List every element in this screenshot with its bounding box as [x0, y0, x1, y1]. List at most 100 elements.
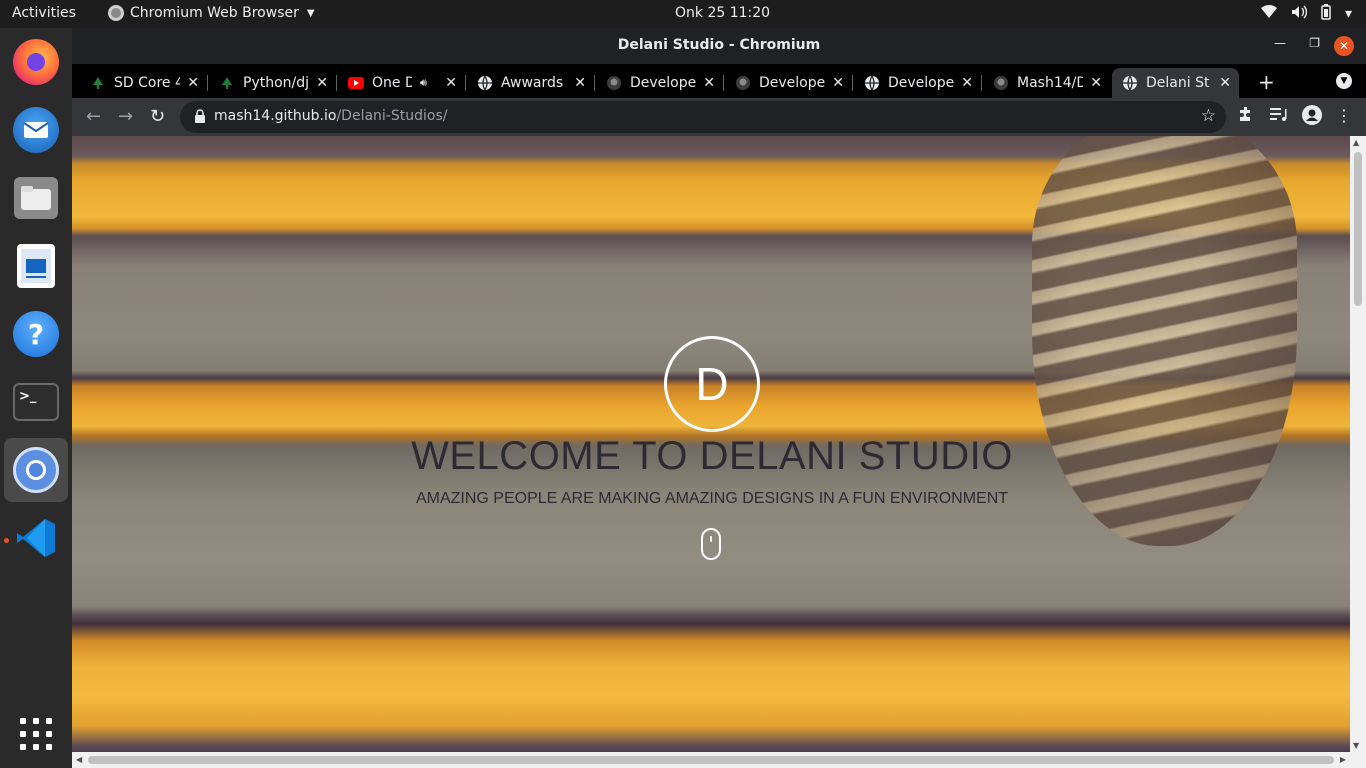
app-menu[interactable]: Chromium Web Browser ▼ — [108, 5, 315, 21]
tab-label: Develope — [759, 75, 825, 91]
chromium-icon — [13, 447, 59, 493]
help-icon: ? — [13, 311, 59, 357]
tab[interactable]: Python/dj ✕ — [209, 68, 337, 98]
profile-avatar-icon[interactable] — [1302, 105, 1322, 129]
tab-label: SD Core 4 — [114, 75, 180, 91]
vertical-scrollbar[interactable]: ▲ ▼ — [1350, 136, 1366, 752]
minimize-icon[interactable]: — — [1274, 36, 1286, 50]
url-text[interactable]: mash14.github.io/Delani-Studios/ — [214, 108, 447, 124]
extensions-icon[interactable] — [1238, 106, 1254, 126]
reload-button[interactable]: ↻ — [150, 106, 165, 127]
scroll-mouse-icon[interactable] — [701, 528, 721, 560]
kebab-menu-icon[interactable]: ⋮ — [1336, 106, 1352, 125]
wifi-icon[interactable] — [1260, 5, 1277, 23]
close-tab-icon[interactable]: ✕ — [316, 75, 328, 91]
app-menu-label: Chromium Web Browser — [130, 5, 299, 21]
dock-terminal[interactable]: >_ — [4, 370, 68, 434]
files-icon — [14, 177, 58, 219]
window-titlebar[interactable]: Delani Studio - Chromium — ❐ ✕ — [72, 28, 1366, 64]
close-tab-icon[interactable]: ✕ — [703, 75, 715, 91]
lock-icon[interactable] — [194, 109, 206, 123]
tab-separator — [336, 75, 337, 91]
thunderbird-icon — [13, 107, 59, 153]
tab-label: Awwards — [501, 75, 564, 91]
forward-button[interactable]: → — [118, 106, 133, 127]
audio-playing-icon[interactable]: 🔊︎ — [420, 76, 427, 90]
tab[interactable]: Awwards ✕ — [467, 68, 595, 98]
browser-toolbar: ← → ↻ mash14.github.io/Delani-Studios/ ☆… — [72, 98, 1366, 136]
tab-separator — [594, 75, 595, 91]
vscode-icon — [13, 515, 59, 561]
address-bar[interactable]: mash14.github.io/Delani-Studios/ ☆ — [180, 101, 1226, 133]
close-tab-icon[interactable]: ✕ — [574, 75, 586, 91]
system-tray[interactable]: ▾ — [1260, 4, 1352, 24]
close-tab-icon[interactable]: ✕ — [1090, 75, 1102, 91]
dock-firefox[interactable] — [4, 30, 68, 94]
tab[interactable]: SD Core 4 ✕ — [80, 68, 208, 98]
tab-separator — [723, 75, 724, 91]
back-button[interactable]: ← — [86, 106, 101, 127]
activities-button[interactable]: Activities — [12, 5, 76, 21]
tab-label: Python/dj — [243, 75, 309, 91]
dock-writer[interactable] — [4, 234, 68, 298]
tab-separator — [465, 75, 466, 91]
dock-files[interactable] — [4, 166, 68, 230]
youtube-icon — [348, 75, 364, 91]
tab-active[interactable]: Delani St ✕ — [1112, 68, 1239, 98]
hero-title: WELCOME TO DELANI STUDIO — [411, 434, 1013, 478]
globe-icon — [477, 75, 493, 91]
scroll-down-icon[interactable]: ▼ — [1353, 741, 1359, 750]
tab[interactable]: Develope ✕ — [725, 68, 853, 98]
github-icon — [606, 75, 622, 91]
close-tab-icon[interactable]: ✕ — [961, 75, 973, 91]
new-tab-button[interactable]: + — [1258, 70, 1275, 94]
tab[interactable]: One D 🔊︎ ✕ — [338, 68, 466, 98]
firefox-icon — [13, 39, 59, 85]
tab-label: One D — [372, 75, 412, 91]
close-tab-icon[interactable]: ✕ — [187, 75, 199, 91]
tree-icon — [90, 75, 106, 91]
scroll-left-icon[interactable]: ◀ — [76, 755, 82, 764]
scroll-up-icon[interactable]: ▲ — [1353, 138, 1359, 147]
dock-thunderbird[interactable] — [4, 98, 68, 162]
dock-help[interactable]: ? — [4, 302, 68, 366]
tab[interactable]: Develope ✕ — [854, 68, 982, 98]
scroll-right-icon[interactable]: ▶ — [1340, 755, 1346, 764]
close-tab-icon[interactable]: ✕ — [832, 75, 844, 91]
horizontal-scrollbar[interactable]: ◀ ▶ — [72, 752, 1366, 768]
github-icon — [993, 75, 1009, 91]
tab-label: Develope — [888, 75, 954, 91]
tab-label: Mash14/D — [1017, 75, 1083, 91]
tab[interactable]: Mash14/D ✕ — [983, 68, 1110, 98]
volume-icon[interactable] — [1291, 5, 1308, 23]
media-controls-icon[interactable] — [1270, 106, 1288, 126]
vertical-scroll-thumb[interactable] — [1354, 152, 1362, 306]
page-viewport: D WELCOME TO DELANI STUDIO AMAZING PEOPL… — [72, 136, 1350, 752]
chromium-app-icon — [108, 5, 124, 21]
tree-icon — [219, 75, 235, 91]
system-top-bar: Activities Chromium Web Browser ▼ Onk 25… — [0, 0, 1366, 28]
hero-subtitle: AMAZING PEOPLE ARE MAKING AMAZING DESIGN… — [415, 490, 1009, 507]
maximize-icon[interactable]: ❐ — [1309, 36, 1320, 50]
close-tab-icon[interactable]: ✕ — [1219, 75, 1231, 91]
terminal-icon: >_ — [13, 383, 59, 421]
tab-label: Develope — [630, 75, 696, 91]
dock-chromium[interactable] — [4, 438, 68, 502]
battery-icon[interactable] — [1321, 4, 1331, 24]
dock-vscode[interactable] — [4, 506, 68, 570]
github-icon — [735, 75, 751, 91]
power-menu-icon[interactable]: ▾ — [1345, 6, 1352, 22]
url-path: /Delani-Studios/ — [336, 108, 448, 124]
tab[interactable]: Develope ✕ — [596, 68, 724, 98]
tab-label: Delani St — [1146, 75, 1210, 91]
close-window-icon[interactable]: ✕ — [1334, 36, 1354, 56]
url-host: mash14.github.io — [214, 108, 337, 124]
show-applications-icon[interactable] — [20, 718, 52, 750]
horizontal-scroll-thumb[interactable] — [88, 756, 1334, 764]
close-tab-icon[interactable]: ✕ — [445, 75, 457, 91]
tab-search-icon[interactable]: ▼ — [1336, 73, 1352, 89]
clock[interactable]: Onk 25 11:20 — [675, 5, 770, 21]
chevron-down-icon: ▼ — [306, 7, 315, 19]
bookmark-star-icon[interactable]: ☆ — [1201, 106, 1216, 126]
tab-separator — [207, 75, 208, 91]
